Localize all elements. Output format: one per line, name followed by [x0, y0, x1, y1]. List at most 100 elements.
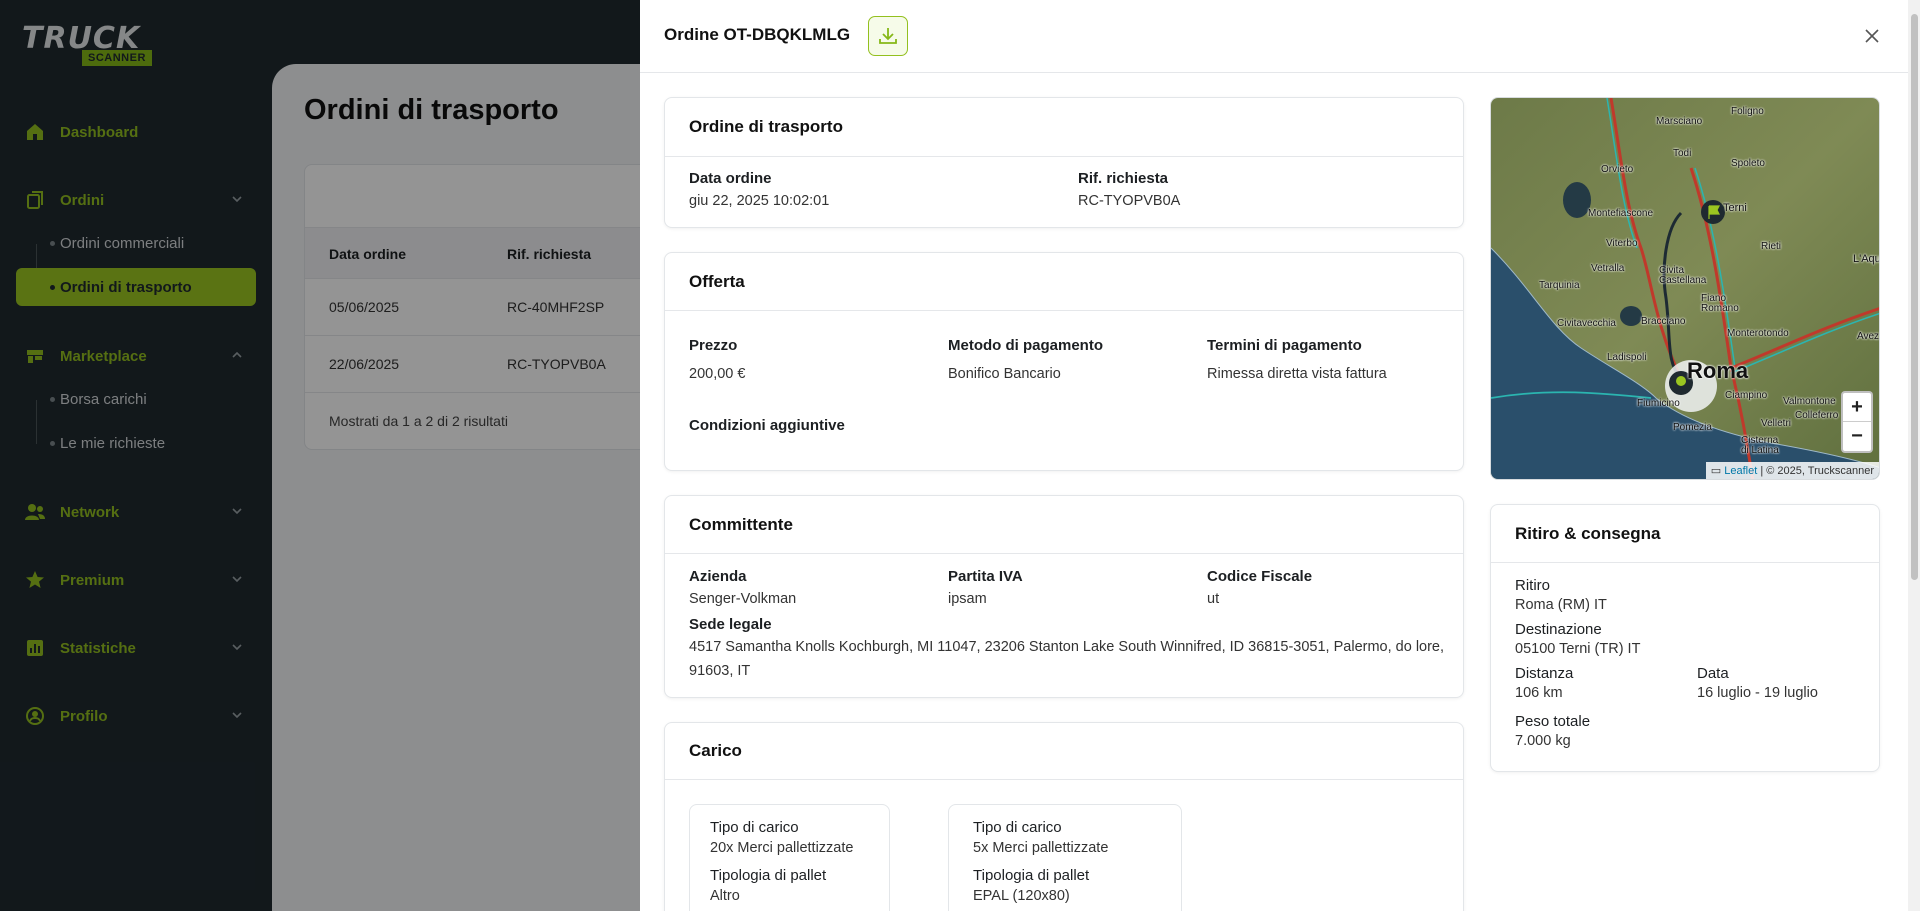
field-value: Senger-Volkman	[689, 591, 797, 607]
date-field: Data 16 luglio - 19 luglio	[1697, 665, 1818, 702]
map-label: Rieti	[1761, 241, 1782, 252]
load-type-field: Tipo di carico 20x Merci pallettizzate	[710, 819, 853, 858]
map-label: Fiano Romano	[1701, 293, 1739, 314]
field-value: 106 km	[1515, 685, 1563, 701]
map-label: Ladispoli	[1607, 352, 1647, 363]
scrollbar-thumb[interactable]	[1911, 14, 1918, 580]
map-label: Ciampino	[1725, 390, 1768, 401]
map-label: Fiumicino	[1637, 398, 1680, 409]
tax-code-field: Codice Fiscale ut	[1207, 568, 1312, 611]
map-label: Roma	[1687, 358, 1749, 383]
field-label: Data ordine	[689, 170, 772, 187]
divider	[665, 156, 1463, 157]
map-label: Velletri	[1761, 418, 1792, 429]
map-label: Terni	[1723, 202, 1747, 214]
scrollbar[interactable]	[1908, 0, 1920, 911]
attribution-text: | © 2025, Truckscanner	[1760, 465, 1874, 477]
map-label: Marsciano	[1656, 116, 1703, 127]
field-label: Tipologia di pallet	[973, 867, 1090, 884]
map-label: Pomezia	[1673, 422, 1712, 433]
map-label: Colleferro	[1795, 410, 1839, 421]
field-value: 16 luglio - 19 luglio	[1697, 685, 1818, 701]
zoom-out-button[interactable]: −	[1843, 422, 1871, 451]
field-value: EPAL (120x80)	[973, 888, 1070, 904]
field-label: Rif. richiesta	[1078, 170, 1169, 187]
vat-field: Partita IVA ipsam	[948, 568, 1023, 611]
field-value: 4517 Samantha Knolls Kochburgh, MI 11047…	[689, 639, 1445, 679]
divider	[665, 779, 1463, 780]
field-label: Partita IVA	[948, 568, 1023, 585]
download-button[interactable]	[868, 16, 908, 56]
field-value: 7.000 kg	[1515, 733, 1571, 749]
drawer-title: Ordine OT-DBQKLMLG	[664, 25, 851, 44]
payment-method-field: Metodo di pagamento Bonifico Bancario	[948, 337, 1103, 386]
map-attribution: ▭ Leaflet | © 2025, Truckscanner	[1705, 462, 1879, 479]
legal-address-field: Sede legale 4517 Samantha Knolls Kochbur…	[689, 616, 1449, 683]
map-label: Cisterna di Latina	[1741, 435, 1779, 456]
map-label: Spoleto	[1731, 158, 1765, 169]
pallet-type-field: Tipologia di pallet Altro	[710, 867, 826, 906]
field-label: Tipo di carico	[710, 819, 799, 836]
field-label: Peso totale	[1515, 713, 1591, 730]
map-label: Montefiascone	[1588, 208, 1654, 219]
field-label: Distanza	[1515, 665, 1574, 682]
card-title: Ordine di trasporto	[689, 117, 843, 136]
leaflet-link[interactable]: Leaflet	[1724, 465, 1757, 477]
field-label: Destinazione	[1515, 621, 1602, 638]
map-label: Valmontone	[1783, 396, 1836, 407]
field-label: Tipologia di pallet	[710, 867, 827, 884]
total-weight-field: Peso totale 7.000 kg	[1515, 713, 1590, 750]
pickup-delivery-card: Ritiro & consegna Ritiro Roma (RM) IT De…	[1490, 504, 1880, 772]
pickup-field: Ritiro Roma (RM) IT	[1515, 577, 1607, 614]
field-value: RC-TYOPVB0A	[1078, 193, 1181, 209]
field-value: Roma (RM) IT	[1515, 597, 1607, 613]
card-title: Offerta	[689, 272, 745, 291]
distance-field: Distanza 106 km	[1515, 665, 1573, 702]
field-label: Metodo di pagamento	[948, 337, 1103, 354]
destination-field: Destinazione 05100 Terni (TR) IT	[1515, 621, 1640, 658]
zoom-in-button[interactable]: +	[1843, 393, 1871, 422]
field-value: ut	[1207, 591, 1220, 607]
map-label: Monterotondo	[1727, 328, 1789, 339]
field-label: Codice Fiscale	[1207, 568, 1313, 585]
order-detail-drawer: Ordine OT-DBQKLMLG Ordine di trasporto D…	[640, 0, 1920, 911]
route-map[interactable]: Foligno Marsciano Todi Spoleto Orvieto M…	[1490, 97, 1880, 480]
field-value: 5x Merci pallettizzate	[973, 840, 1109, 856]
field-value: Altro	[710, 888, 740, 904]
map-label: Foligno	[1731, 106, 1764, 117]
map-label: L'Aqu	[1853, 253, 1880, 265]
field-value: Rimessa diretta vista fattura	[1207, 366, 1387, 382]
client-card: Committente Azienda Senger-Volkman Parti…	[664, 495, 1464, 698]
field-value: Bonifico Bancario	[948, 366, 1061, 382]
field-label: Ritiro	[1515, 577, 1551, 594]
field-value: 20x Merci pallettizzate	[710, 840, 854, 856]
field-label: Condizioni aggiuntive	[689, 417, 845, 434]
order-date-field: Data ordine giu 22, 2025 10:02:01	[689, 170, 829, 213]
card-title: Carico	[689, 741, 742, 760]
flag-icon: ▭	[1710, 465, 1722, 477]
map-label: Civitavecchia	[1557, 318, 1616, 329]
field-label: Prezzo	[689, 337, 738, 354]
map-label: Bracciano	[1641, 316, 1686, 327]
download-icon	[879, 28, 897, 44]
map-zoom-control: + −	[1841, 391, 1873, 453]
map-label: Todi	[1673, 148, 1692, 159]
field-label: Sede legale	[689, 616, 772, 633]
divider	[665, 310, 1463, 311]
card-title: Committente	[689, 515, 793, 534]
load-item-card: Tipo di carico 20x Merci pallettizzate T…	[689, 804, 890, 911]
field-label: Azienda	[689, 568, 747, 585]
payment-terms-field: Termini di pagamento Rimessa diretta vis…	[1207, 337, 1387, 386]
close-button[interactable]	[1860, 24, 1884, 48]
divider	[1491, 562, 1879, 563]
load-type-field: Tipo di carico 5x Merci pallettizzate	[973, 819, 1108, 858]
map-label: Avezz	[1857, 331, 1880, 342]
divider	[665, 553, 1463, 554]
card-title: Ritiro & consegna	[1515, 524, 1661, 543]
field-label: Data	[1697, 665, 1729, 682]
map-label: Vetralla	[1591, 263, 1625, 274]
load-card: Carico Tipo di carico 20x Merci palletti…	[664, 722, 1464, 911]
field-label: Termini di pagamento	[1207, 337, 1362, 354]
price-field: Prezzo 200,00 €	[689, 337, 745, 386]
drawer-header: Ordine OT-DBQKLMLG	[640, 0, 1908, 73]
